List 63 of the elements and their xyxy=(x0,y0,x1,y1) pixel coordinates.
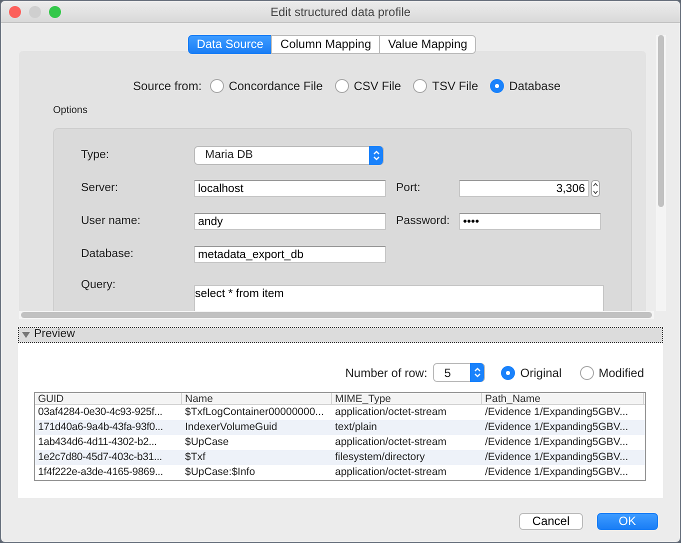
field-label: Type: xyxy=(81,148,110,164)
query-field[interactable]: select * from item xyxy=(194,285,604,311)
horizontal-scrollbar[interactable] xyxy=(19,311,654,319)
table-cell-text: 171d40a6-9a4b-43fa-93f0... xyxy=(37,420,164,435)
table-cell-text: $Txf xyxy=(184,450,206,465)
radio-option[interactable]: TSV File xyxy=(413,77,478,95)
table-cell-text: application/octet-stream xyxy=(334,465,448,480)
text-field[interactable]: localhost xyxy=(194,180,386,198)
window-title: Edit structured data profile xyxy=(270,4,411,18)
field-label: Password: xyxy=(396,214,451,230)
column-header[interactable]: Path_Name xyxy=(482,393,644,404)
cancel-button[interactable]: Cancel xyxy=(519,513,583,530)
group-title: Options xyxy=(53,104,88,118)
section-title: Preview xyxy=(34,327,75,342)
password-field[interactable]: •••• xyxy=(459,213,601,230)
field-label: Server: xyxy=(81,181,120,196)
column-header[interactable]: Name xyxy=(182,393,332,404)
field-label: Port: xyxy=(396,181,422,196)
table-cell-text: 03af4284-0e30-4c93-925f... xyxy=(37,405,164,420)
table-cell-text: 1ab434d6-4d11-4302-b2... xyxy=(37,435,158,450)
field-label: User name: xyxy=(81,214,142,230)
text-field[interactable]: metadata_export_db xyxy=(194,246,386,264)
radio-option[interactable]: Original xyxy=(501,364,562,382)
port-field[interactable]: 3,306 xyxy=(459,180,589,198)
column-header[interactable]: GUID xyxy=(35,393,182,404)
tab[interactable]: Column Mapping xyxy=(271,35,380,54)
stepper-icon xyxy=(372,150,380,162)
row-count-dropdown[interactable]: 5 xyxy=(433,363,486,382)
field-label: Number of row: xyxy=(345,364,428,382)
table-cell-text: $UpCase:$Info xyxy=(184,465,256,480)
minimize-button[interactable] xyxy=(29,6,41,18)
vertical-scrollbar[interactable] xyxy=(656,35,666,311)
table-cell-text: /Evidence 1/Expanding5GBV... xyxy=(484,465,630,480)
table-cell-text: /Evidence 1/Expanding5GBV... xyxy=(484,450,630,465)
field-label: Query: xyxy=(81,278,117,294)
radio-option[interactable]: Modified xyxy=(580,364,644,382)
table-cell-text: /Evidence 1/Expanding5GBV... xyxy=(484,435,630,450)
zoom-button[interactable] xyxy=(49,6,61,18)
radio-option[interactable]: Concordance File xyxy=(210,77,323,95)
tab[interactable]: Value Mapping xyxy=(379,35,476,54)
stepper-icon[interactable] xyxy=(591,180,600,198)
table-cell-text: $UpCase xyxy=(184,435,230,450)
preview-header[interactable]: Preview xyxy=(18,327,663,343)
field-label: Database: xyxy=(81,247,134,262)
table-cell-text: /Evidence 1/Expanding5GBV... xyxy=(484,405,630,420)
table-cell-text: IndexerVolumeGuid xyxy=(184,420,278,435)
close-button[interactable] xyxy=(9,6,21,18)
table-cell-text: application/octet-stream xyxy=(334,435,448,450)
field-label: Source from: xyxy=(133,78,202,95)
type-dropdown[interactable]: Maria DB xyxy=(194,146,384,166)
column-header[interactable]: MIME_Type xyxy=(332,393,482,404)
table-cell-text: application/octet-stream xyxy=(334,405,448,420)
table-cell-text: filesystem/directory xyxy=(334,450,426,465)
table-cell-text: $TxfLogContainer00000000... xyxy=(184,405,325,420)
radio-option[interactable]: Database xyxy=(490,77,560,95)
radio-option[interactable]: CSV File xyxy=(334,77,402,95)
table-cell-text: 1f4f222e-a3de-4165-9869... xyxy=(37,465,164,480)
table-cell-text: /Evidence 1/Expanding5GBV... xyxy=(484,420,630,435)
disclosure-triangle-icon[interactable] xyxy=(22,331,30,339)
table-cell-text: 1e2c7d80-45d7-403c-b31... xyxy=(37,450,164,465)
stepper-icon xyxy=(474,367,481,378)
text-field[interactable]: andy xyxy=(194,213,386,230)
table-cell-text: text/plain xyxy=(334,420,378,435)
